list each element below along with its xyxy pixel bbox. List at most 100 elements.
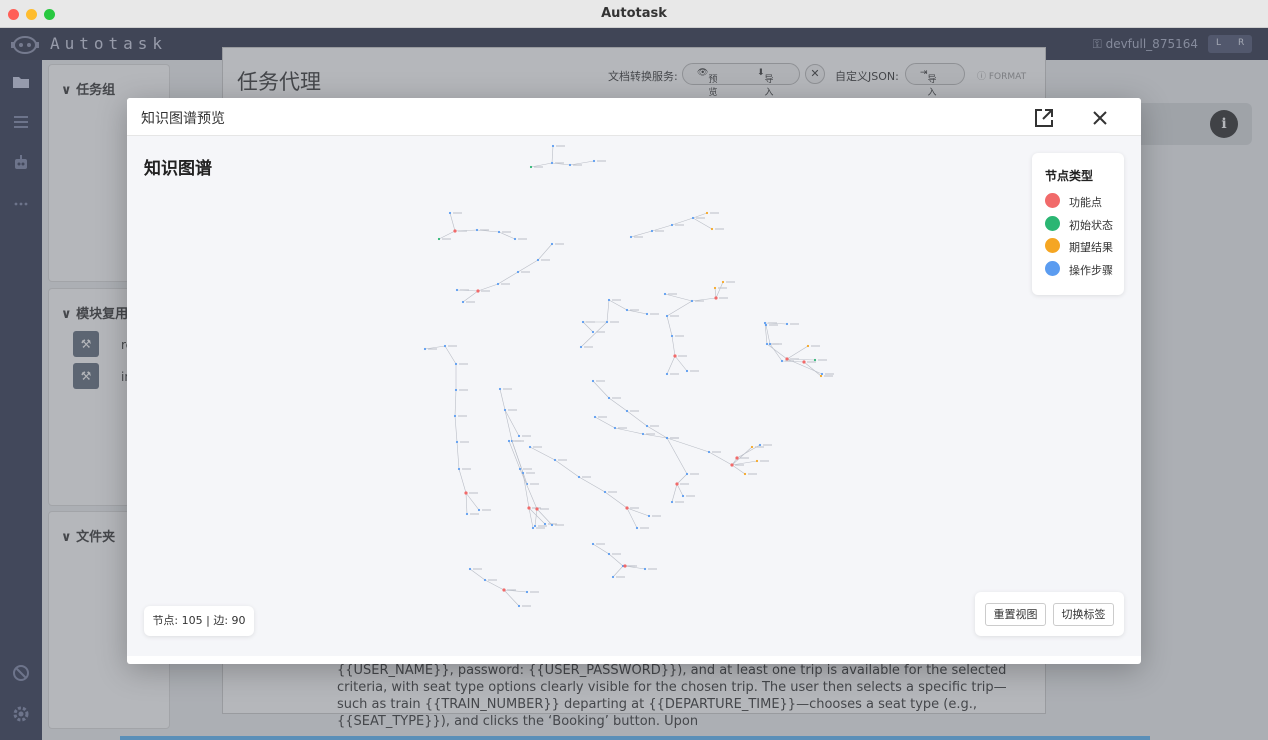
graph-node[interactable] (806, 344, 810, 348)
graph-node[interactable] (507, 439, 511, 443)
graph-node[interactable] (623, 564, 627, 568)
graph-node[interactable] (527, 506, 531, 510)
graph-node[interactable] (663, 292, 667, 296)
graph-node[interactable] (675, 482, 679, 486)
graph-node[interactable] (517, 434, 521, 438)
graph-node[interactable] (691, 216, 695, 220)
graph-node[interactable] (581, 320, 585, 324)
graph-node[interactable] (461, 300, 465, 304)
graph-node[interactable] (496, 282, 500, 286)
graph-node[interactable] (453, 229, 457, 233)
graph-node[interactable] (592, 159, 596, 163)
graph-node[interactable] (665, 436, 669, 440)
graph-node[interactable] (764, 323, 768, 327)
graph-node[interactable] (685, 369, 689, 373)
graph-node[interactable] (665, 372, 669, 376)
graph-svg[interactable] (127, 136, 1141, 656)
graph-node[interactable] (802, 360, 806, 364)
graph-node[interactable] (750, 445, 754, 449)
graph-node[interactable] (625, 409, 629, 413)
graph-node[interactable] (605, 320, 609, 324)
graph-node[interactable] (713, 286, 717, 290)
graph-node[interactable] (645, 312, 649, 316)
graph-node[interactable] (645, 424, 649, 428)
graph-node[interactable] (650, 229, 654, 233)
graph-canvas[interactable]: 知识图谱 节点类型 功能点 初始状态 期望结果 操作步骤 节点: 105 | 边… (127, 136, 1141, 656)
graph-node[interactable] (502, 588, 506, 592)
graph-node[interactable] (635, 526, 639, 530)
graph-node[interactable] (551, 144, 555, 148)
graph-node[interactable] (647, 514, 651, 518)
graph-node[interactable] (690, 299, 694, 303)
graph-node[interactable] (780, 359, 784, 363)
graph-node[interactable] (758, 443, 762, 447)
graph-node[interactable] (643, 567, 647, 571)
graph-node[interactable] (673, 354, 677, 358)
graph-node[interactable] (607, 552, 611, 556)
graph-node[interactable] (613, 426, 617, 430)
graph-node[interactable] (603, 490, 607, 494)
graph-node[interactable] (533, 524, 537, 528)
graph-node[interactable] (705, 211, 709, 215)
graph-node[interactable] (535, 507, 539, 511)
graph-node[interactable] (454, 388, 458, 392)
graph-node[interactable] (730, 463, 734, 467)
graph-node[interactable] (611, 575, 615, 579)
graph-node[interactable] (454, 362, 458, 366)
graph-node[interactable] (525, 590, 529, 594)
graph-node[interactable] (448, 211, 452, 215)
graph-node[interactable] (468, 567, 472, 571)
graph-node[interactable] (498, 387, 502, 391)
graph-node[interactable] (477, 508, 481, 512)
graph-node[interactable] (765, 342, 769, 346)
graph-node[interactable] (670, 223, 674, 227)
graph-node[interactable] (607, 396, 611, 400)
graph-node[interactable] (423, 347, 427, 351)
graph-node[interactable] (455, 288, 459, 292)
graph-node[interactable] (629, 235, 633, 239)
graph-node[interactable] (517, 604, 521, 608)
graph-node[interactable] (819, 374, 823, 378)
graph-node[interactable] (785, 357, 789, 361)
graph-node[interactable] (625, 308, 629, 312)
graph-node[interactable] (553, 458, 557, 462)
graph-node[interactable] (443, 344, 447, 348)
graph-node[interactable] (437, 237, 441, 241)
graph-node[interactable] (528, 445, 532, 449)
graph-node[interactable] (503, 408, 507, 412)
graph-node[interactable] (785, 322, 789, 326)
reset-view-button[interactable]: 重置视图 (985, 603, 1046, 626)
graph-node[interactable] (550, 161, 554, 165)
open-external-icon[interactable] (1033, 107, 1055, 129)
graph-node[interactable] (665, 314, 669, 318)
graph-node[interactable] (707, 450, 711, 454)
graph-node[interactable] (476, 289, 480, 293)
graph-node[interactable] (464, 491, 468, 495)
graph-node[interactable] (579, 345, 583, 349)
graph-node[interactable] (475, 228, 479, 232)
close-icon[interactable] (1089, 107, 1111, 129)
graph-node[interactable] (543, 522, 547, 526)
graph-node[interactable] (591, 330, 595, 334)
graph-node[interactable] (685, 472, 689, 476)
graph-node[interactable] (681, 494, 685, 498)
toggle-labels-button[interactable]: 切换标签 (1053, 603, 1114, 626)
graph-node[interactable] (550, 242, 554, 246)
graph-node[interactable] (568, 163, 572, 167)
graph-node[interactable] (457, 467, 461, 471)
graph-node[interactable] (593, 415, 597, 419)
graph-node[interactable] (813, 358, 817, 362)
graph-node[interactable] (755, 459, 759, 463)
graph-node[interactable] (455, 440, 459, 444)
graph-node[interactable] (536, 258, 540, 262)
graph-node[interactable] (531, 526, 535, 530)
graph-node[interactable] (497, 230, 501, 234)
graph-node[interactable] (483, 578, 487, 582)
graph-node[interactable] (763, 321, 767, 325)
graph-node[interactable] (743, 472, 747, 476)
graph-node[interactable] (714, 296, 718, 300)
graph-node[interactable] (721, 280, 725, 284)
graph-node[interactable] (625, 506, 629, 510)
graph-node[interactable] (641, 432, 645, 436)
graph-node[interactable] (710, 227, 714, 231)
